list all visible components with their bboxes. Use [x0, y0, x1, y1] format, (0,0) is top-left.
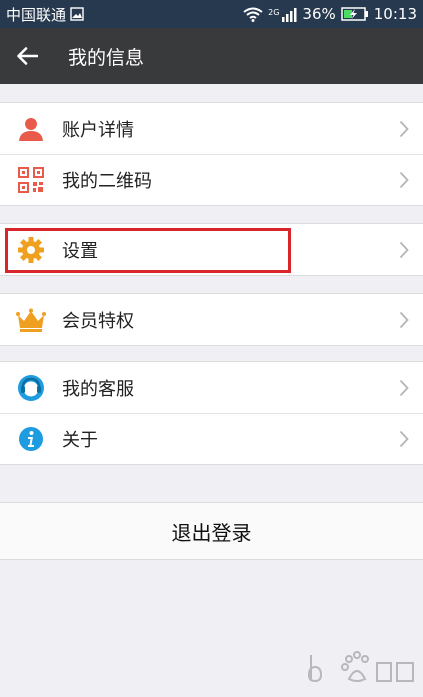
menu-item-label: 我的客服: [62, 378, 134, 400]
page-title: 我的信息: [68, 46, 145, 69]
menu-group-account: 账户详情 我的二维码: [0, 102, 423, 206]
status-bar: 中国联通 2G 36% 10:13: [0, 0, 423, 28]
info-icon: [16, 424, 46, 454]
qr-code-icon: [16, 165, 46, 195]
menu-item-label: 我的二维码: [62, 170, 152, 192]
back-arrow-icon: [17, 47, 38, 65]
menu-item-about[interactable]: 关于: [0, 413, 423, 464]
chevron-right-icon: [399, 171, 409, 188]
carrier-name: 中国联通: [6, 5, 67, 24]
menu-item-my-qr-code[interactable]: 我的二维码: [0, 154, 423, 205]
menu-group-membership: 会员特权: [0, 293, 423, 346]
carrier: 中国联通: [6, 4, 84, 25]
chevron-right-icon: [399, 430, 409, 447]
menu-item-label: 设置: [62, 240, 98, 262]
logout-button[interactable]: 退出登录: [0, 502, 423, 560]
chevron-right-icon: [399, 379, 409, 396]
gear-icon: [16, 235, 46, 265]
signal-icon: [282, 7, 297, 22]
network-type: 2G: [268, 8, 280, 17]
menu-item-member-privileges[interactable]: 会员特权: [0, 294, 423, 345]
title-bar: 我的信息: [0, 28, 423, 84]
menu-group-support: 我的客服 关于: [0, 361, 423, 465]
chevron-right-icon: [399, 241, 409, 258]
back-button[interactable]: [0, 28, 54, 84]
clock: 10:13: [373, 5, 417, 23]
menu-group-settings: 设置: [0, 223, 423, 276]
menu-item-label: 关于: [62, 429, 98, 451]
menu-item-label: 账户详情: [62, 119, 134, 141]
battery-charging-icon: [341, 7, 368, 21]
battery-percent: 36%: [302, 5, 336, 23]
menu-item-settings[interactable]: 设置: [0, 224, 423, 275]
person-icon: [16, 114, 46, 144]
menu-item-account-details[interactable]: 账户详情: [0, 103, 423, 154]
menu-item-label: 会员特权: [62, 310, 134, 332]
customer-service-icon: [16, 373, 46, 403]
image-notification-icon: [70, 7, 84, 21]
wifi-icon: [243, 7, 263, 22]
baidu-jingyan-watermark-logo: [307, 651, 414, 683]
crown-icon: [16, 305, 46, 335]
menu-item-customer-service[interactable]: 我的客服: [0, 362, 423, 413]
chevron-right-icon: [399, 311, 409, 328]
chevron-right-icon: [399, 120, 409, 137]
